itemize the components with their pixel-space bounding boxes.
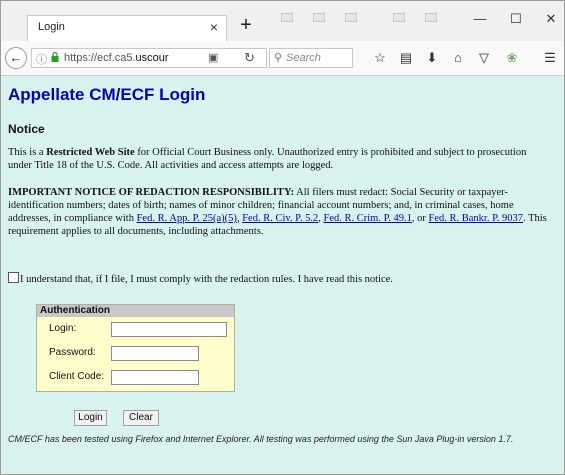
new-tab-icon[interactable]: + xyxy=(235,15,257,37)
window-icon xyxy=(345,13,357,22)
window-icon xyxy=(393,13,405,22)
login-label: Login: xyxy=(49,323,77,334)
close-window-icon[interactable]: ✕ xyxy=(536,11,565,31)
authentication-heading: Authentication xyxy=(37,305,234,317)
pocket-icon[interactable]: ▽ xyxy=(475,49,493,67)
url-text[interactable]: https://ecf.ca5.uscour xyxy=(64,52,194,64)
notice-paragraph: This is a Restricted Web Site for Offici… xyxy=(8,147,527,171)
window-icon xyxy=(425,13,437,22)
menu-icon[interactable]: ☰ xyxy=(541,49,559,67)
clear-button[interactable]: Clear xyxy=(123,410,159,426)
acknowledge-checkbox[interactable] xyxy=(8,272,19,283)
home-icon[interactable]: ⌂ xyxy=(449,49,467,67)
page-content: Appellate CM/ECF Login Notice This is a … xyxy=(1,76,564,474)
navigation-bar: ← ⓘ https://ecf.ca5.uscour ▣ ↻ ⚲ Search … xyxy=(1,41,564,76)
window-icon xyxy=(313,13,325,22)
search-placeholder: Search xyxy=(286,52,321,64)
info-icon[interactable]: ⓘ xyxy=(36,51,47,67)
maximize-icon[interactable]: ☐ xyxy=(501,11,531,31)
link-fed-r-bankr-p[interactable]: Fed. R. Bankr. P. 9037 xyxy=(429,213,524,224)
notice-heading: Notice xyxy=(8,122,45,136)
search-icon: ⚲ xyxy=(274,52,283,64)
close-tab-icon[interactable]: × xyxy=(210,19,218,35)
window-icon xyxy=(281,13,293,22)
url-bar[interactable]: ⓘ https://ecf.ca5.uscour ▣ ↻ xyxy=(31,48,267,68)
link-fed-r-app-p[interactable]: Fed. R. App. P. 25(a)(5) xyxy=(137,213,237,224)
link-fed-r-civ-p[interactable]: Fed. R. Civ. P. 5.2 xyxy=(242,213,318,224)
link-fed-r-crim-p[interactable]: Fed. R. Crim. P. 49.1 xyxy=(323,213,411,224)
browser-tab[interactable]: Login × xyxy=(27,15,227,41)
browser-window: Login × + — ☐ ✕ ← ⓘ https://ecf.ca5.usco… xyxy=(0,0,565,475)
minimize-icon[interactable]: — xyxy=(465,11,495,31)
password-input[interactable] xyxy=(111,346,199,361)
lock-icon xyxy=(51,52,59,62)
login-input[interactable] xyxy=(111,322,227,337)
footnote: CM/ECF has been tested using Firefox and… xyxy=(8,434,514,444)
authentication-box: Authentication Login: Password: Client C… xyxy=(36,304,235,392)
acknowledge-row: I understand that, if I file, I must com… xyxy=(8,272,393,285)
search-bar[interactable]: ⚲ Search xyxy=(269,48,353,68)
client-code-label: Client Code: xyxy=(49,371,105,382)
library-icon[interactable]: ▤ xyxy=(397,49,415,67)
password-label: Password: xyxy=(49,347,96,358)
star-icon[interactable]: ☆ xyxy=(371,49,389,67)
reader-view-icon[interactable]: ▣ xyxy=(208,51,218,64)
redaction-paragraph: IMPORTANT NOTICE OF REDACTION RESPONSIBI… xyxy=(8,187,547,237)
back-icon[interactable]: ← xyxy=(5,47,27,69)
page-title: Appellate CM/ECF Login xyxy=(8,85,206,104)
login-button[interactable]: Login xyxy=(74,410,107,426)
acknowledge-label: I understand that, if I file, I must com… xyxy=(20,274,393,285)
client-code-input[interactable] xyxy=(111,370,199,385)
tab-title: Login xyxy=(38,21,65,33)
extension-icon[interactable]: ❀ xyxy=(503,49,521,67)
tab-bar: Login × + — ☐ ✕ xyxy=(1,1,564,41)
reload-icon[interactable]: ↻ xyxy=(244,50,255,66)
download-icon[interactable]: ⬇ xyxy=(423,49,441,67)
